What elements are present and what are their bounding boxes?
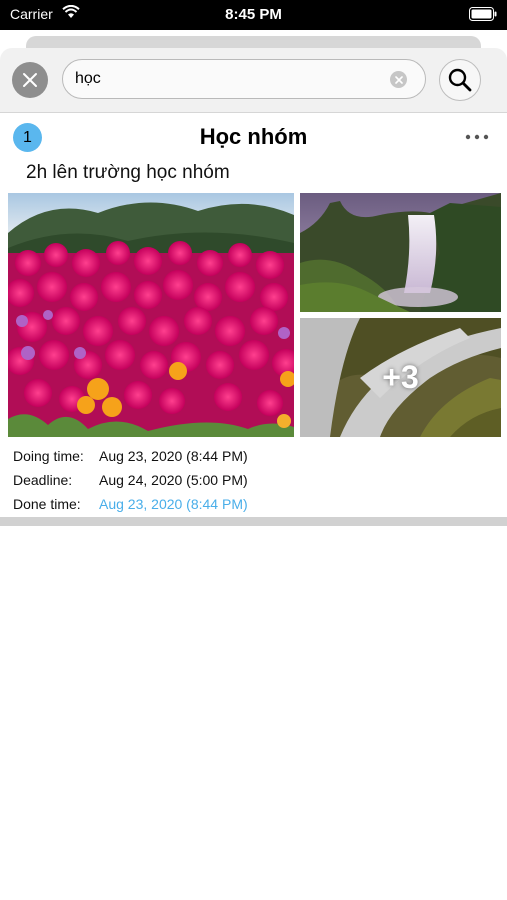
waterfall-photo <box>300 193 501 312</box>
search-input[interactable]: học <box>62 59 426 99</box>
doing-time-label: Doing time: <box>13 448 84 464</box>
task-card[interactable]: 1 Học nhóm 2h lên trường học nhóm +3 Doi… <box>0 114 507 517</box>
status-bar: Carrier 8:45 PM <box>0 0 507 30</box>
battery-icon <box>469 7 497 21</box>
clock: 8:45 PM <box>225 6 282 23</box>
deadline-label: Deadline: <box>13 472 73 488</box>
close-icon <box>23 73 37 87</box>
close-button[interactable] <box>12 62 48 98</box>
clear-icon <box>394 75 403 84</box>
deadline-value: Aug 24, 2020 (5:00 PM) <box>99 472 248 488</box>
flowers-photo <box>8 193 294 437</box>
more-photos-count: +3 <box>382 359 419 395</box>
task-title: Học nhóm <box>199 124 308 149</box>
search-sheet: học 1 Học nhóm 2h lên trường học nhóm +3… <box>0 48 507 900</box>
task-photo-3[interactable]: +3 <box>300 318 501 437</box>
done-time-label: Done time: <box>13 496 81 512</box>
search-icon <box>448 68 472 92</box>
search-bar: học <box>0 48 507 113</box>
search-button[interactable] <box>439 59 481 101</box>
task-description: 2h lên trường học nhóm <box>26 162 230 183</box>
done-time-value: Aug 23, 2020 (8:44 PM) <box>99 496 248 512</box>
doing-time-value: Aug 23, 2020 (8:44 PM) <box>99 448 248 464</box>
search-query: học <box>75 70 101 87</box>
task-photo-main[interactable] <box>8 193 294 437</box>
more-options-icon[interactable] <box>463 132 491 142</box>
clear-search-button[interactable] <box>390 71 407 88</box>
task-photo-2[interactable] <box>300 193 501 312</box>
card-separator <box>0 517 507 526</box>
